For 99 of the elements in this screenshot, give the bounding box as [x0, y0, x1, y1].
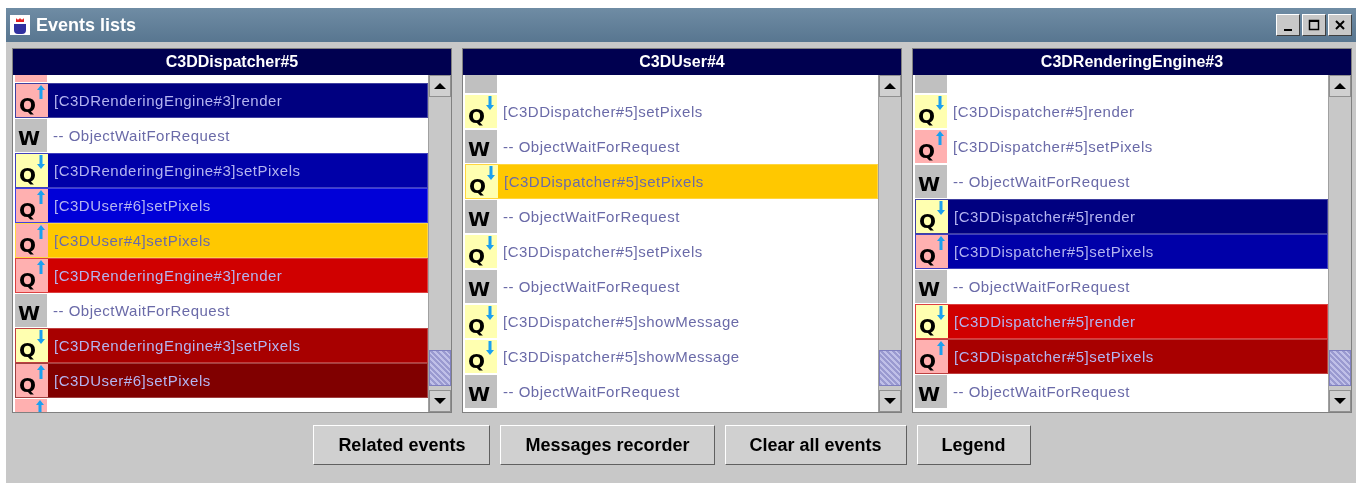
- panel-header: C3DUser#4: [463, 49, 901, 75]
- minimize-icon: [1284, 28, 1292, 31]
- window-title: Events lists: [36, 14, 138, 36]
- event-text: -- ObjectWaitForRequest: [953, 278, 1130, 295]
- minimize-button[interactable]: [1276, 14, 1300, 36]
- event-text: [C3DDispatcher#5]showMessage: [503, 313, 740, 330]
- event-text: [C3DDispatcher#5]showMessage: [503, 348, 740, 365]
- queue-icon: Q: [465, 235, 497, 268]
- event-text: -- ObjectWaitForRequest: [53, 302, 230, 319]
- wait-icon: W: [465, 270, 497, 303]
- event-text: [C3DDispatcher#5]setPixels: [504, 173, 704, 190]
- panel-header: C3DDispatcher#5: [13, 49, 451, 75]
- event-text: [C3DRenderingEngine#3]setPixels: [54, 162, 301, 179]
- event-row[interactable]: Q [C3DDispatcher#5]setPixels: [465, 234, 878, 269]
- close-button[interactable]: [1328, 14, 1352, 36]
- action-button[interactable]: Clear all events: [724, 425, 907, 465]
- event-text: [C3DRenderingEngine#3]render: [54, 267, 283, 284]
- event-text: [C3DDispatcher#5]setPixels: [954, 348, 1154, 365]
- event-text: -- ObjectWaitForRequest: [953, 173, 1130, 190]
- queue-icon: Q: [915, 130, 947, 163]
- scrollbar[interactable]: [878, 75, 901, 412]
- event-row[interactable]: Q [C3DDispatcher#5]setPixels: [465, 94, 878, 129]
- event-text: [C3DDispatcher#5]setPixels: [503, 103, 703, 120]
- event-text: -- ObjectWaitForRequest: [53, 127, 230, 144]
- event-row[interactable]: Q [C3DDispatcher#5]render: [915, 199, 1328, 234]
- event-text: [C3DUser#6]setPixels: [54, 372, 211, 389]
- event-row[interactable]: W -- ObjectWaitForRequest: [15, 118, 428, 153]
- queue-icon: Q: [915, 95, 947, 128]
- event-row[interactable]: W -- ObjectWaitForRequest: [465, 374, 878, 409]
- wait-icon: W: [915, 375, 947, 408]
- event-text: [C3DDispatcher#5]setPixels: [503, 243, 703, 260]
- event-row[interactable]: Q [C3DRenderingEngine#3]render: [15, 83, 428, 118]
- event-row[interactable]: Q [C3DUser#4]setPixels: [15, 223, 428, 258]
- scrollbar[interactable]: [1328, 75, 1351, 412]
- event-text: [C3DUser#4]setPixels: [54, 232, 211, 249]
- event-text: [C3DDispatcher#5]setPixels: [954, 243, 1154, 260]
- queue-icon: Q: [916, 305, 948, 338]
- event-row[interactable]: W -- ObjectWaitForRequest: [915, 269, 1328, 304]
- queue-icon: Q: [916, 200, 948, 233]
- wait-icon: W: [465, 375, 497, 408]
- event-row[interactable]: W -- ObjectWaitForRequest: [465, 199, 878, 234]
- close-icon: [1334, 19, 1346, 31]
- wait-icon: W: [15, 119, 47, 152]
- queue-icon: Q: [16, 329, 48, 362]
- wait-icon: W: [915, 270, 947, 303]
- event-row[interactable]: Q [C3DDispatcher#5]setPixels: [915, 129, 1328, 164]
- event-row[interactable]: Q [C3DRenderingEngine#3]render: [15, 258, 428, 293]
- queue-icon: Q: [16, 224, 48, 257]
- event-row[interactable]: W -- ObjectWaitForRequest: [465, 129, 878, 164]
- queue-icon: Q: [465, 305, 497, 338]
- wait-icon: W: [465, 130, 497, 163]
- queue-icon: Q: [916, 340, 948, 373]
- action-button[interactable]: Messages recorder: [500, 425, 715, 465]
- event-row[interactable]: Q [C3DDispatcher#5]showMessage: [465, 339, 878, 374]
- event-text: [C3DRenderingEngine#3]setPixels: [54, 337, 301, 354]
- event-text: -- ObjectWaitForRequest: [503, 383, 680, 400]
- scrollbar[interactable]: [428, 75, 451, 412]
- event-row[interactable]: W -- ObjectWaitForRequest: [465, 269, 878, 304]
- event-text: [C3DRenderingEngine#3]render: [54, 92, 283, 109]
- event-text: [C3DDispatcher#5]render: [954, 208, 1136, 225]
- event-row[interactable]: W -- ObjectWaitForRequest: [15, 293, 428, 328]
- maximize-button[interactable]: [1302, 14, 1326, 36]
- event-text: -- ObjectWaitForRequest: [503, 278, 680, 295]
- event-row[interactable]: Q [C3DDispatcher#5]showMessage: [465, 304, 878, 339]
- event-row[interactable]: Q [C3DRenderingEngine#3]setPixels: [15, 153, 428, 188]
- action-button[interactable]: Legend: [916, 425, 1031, 465]
- maximize-icon: [1308, 19, 1320, 31]
- event-row[interactable]: Q [C3DDispatcher#5]setPixels: [915, 339, 1328, 374]
- event-text: [C3DUser#6]setPixels: [54, 197, 211, 214]
- event-text: [C3DDispatcher#5]setPixels: [953, 138, 1153, 155]
- event-text: -- ObjectWaitForRequest: [503, 138, 680, 155]
- event-text: -- ObjectWaitForRequest: [503, 208, 680, 225]
- queue-icon: Q: [466, 165, 498, 198]
- queue-icon: Q: [16, 154, 48, 187]
- queue-icon: Q: [16, 364, 48, 397]
- queue-icon: Q: [16, 189, 48, 222]
- event-row[interactable]: Q [C3DDispatcher#5]render: [915, 304, 1328, 339]
- wait-icon: W: [465, 200, 497, 233]
- event-text: [C3DDispatcher#5]render: [954, 313, 1136, 330]
- event-row[interactable]: W -- ObjectWaitForRequest: [915, 164, 1328, 199]
- event-row[interactable]: Q [C3DDispatcher#5]render: [915, 94, 1328, 129]
- wait-icon: W: [15, 294, 47, 327]
- queue-icon: Q: [465, 95, 497, 128]
- event-row[interactable]: Q [C3DUser#6]setPixels: [15, 188, 428, 223]
- event-row[interactable]: Q [C3DUser#6]setPixels: [15, 363, 428, 398]
- wait-icon: W: [915, 165, 947, 198]
- event-row[interactable]: Q [C3DDispatcher#5]setPixels: [915, 234, 1328, 269]
- action-button[interactable]: Related events: [313, 425, 491, 465]
- queue-icon: Q: [916, 235, 948, 268]
- event-row[interactable]: W -- ObjectWaitForRequest: [915, 374, 1328, 409]
- queue-icon: Q: [16, 259, 48, 292]
- app-icon: [10, 15, 30, 35]
- event-row[interactable]: Q [C3DRenderingEngine#3]setPixels: [15, 328, 428, 363]
- queue-icon: Q: [16, 84, 48, 117]
- event-text: [C3DDispatcher#5]render: [953, 103, 1135, 120]
- panel-header: C3DRenderingEngine#3: [913, 49, 1351, 75]
- event-text: -- ObjectWaitForRequest: [953, 383, 1130, 400]
- event-row[interactable]: Q [C3DDispatcher#5]setPixels: [465, 164, 878, 199]
- queue-icon: Q: [465, 340, 497, 373]
